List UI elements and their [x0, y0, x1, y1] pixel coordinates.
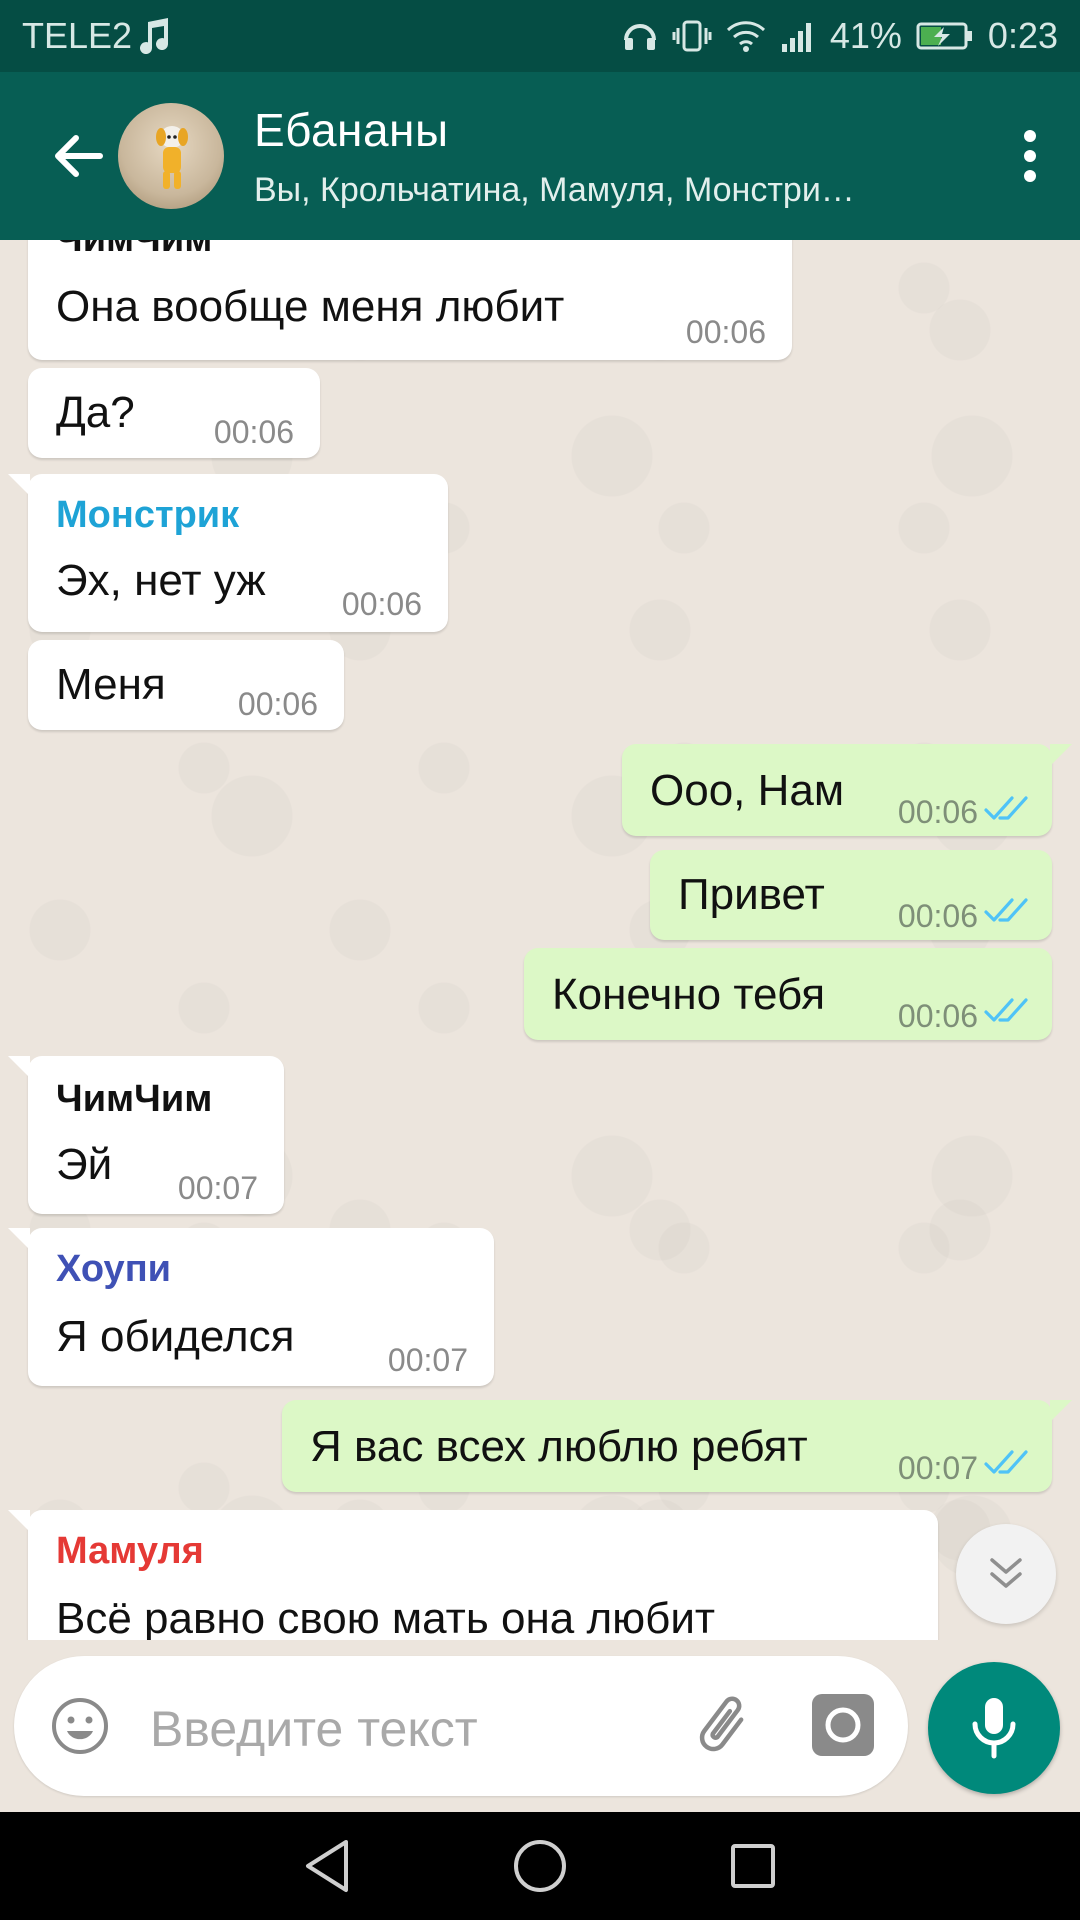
circle-home-icon	[513, 1840, 566, 1892]
camera-icon[interactable]	[810, 1692, 876, 1758]
carrier-label: TELE2	[22, 15, 133, 56]
message-bubble[interactable]: Меня 00:06	[28, 640, 344, 730]
back-button[interactable]	[28, 106, 128, 206]
message-sender: ЧимЧим	[56, 1078, 213, 1120]
nav-home-button[interactable]	[500, 1826, 580, 1906]
nav-back-button[interactable]	[287, 1826, 367, 1906]
scroll-to-bottom-button[interactable]	[956, 1524, 1056, 1624]
music-note-icon	[138, 18, 172, 54]
message-sender: Мамуля	[56, 1530, 204, 1572]
chat-title: Ебананы	[254, 103, 449, 156]
status-bar: TELE2 41% 0:23	[0, 0, 1080, 72]
message-time: 00:07	[387, 1342, 468, 1378]
overflow-menu-button[interactable]	[1000, 106, 1060, 206]
wifi-icon	[726, 18, 766, 54]
message-bubble[interactable]: Монстрик Эх, нет уж 00:06	[8, 474, 448, 632]
double-chevron-down-icon	[990, 1558, 1022, 1588]
compose-bar: Введите текст	[0, 1640, 1080, 1812]
message-bubble[interactable]: Хоупи Я обиделся 00:07	[8, 1228, 494, 1386]
message-text: Привет	[678, 870, 825, 919]
message-text: Она вообще меня любит	[56, 282, 565, 331]
vibrate-icon	[672, 18, 712, 54]
message-text: Эй	[56, 1140, 113, 1189]
message-time: 00:06	[237, 686, 318, 722]
message-time: 00:06	[897, 794, 978, 830]
message-bubble[interactable]: Я вас всех люблю ребят 00:07	[282, 1400, 1072, 1492]
avatar-image	[156, 126, 188, 189]
message-text: Я обиделся	[56, 1312, 295, 1361]
double-check-icon	[984, 898, 1028, 922]
message-placeholder: Введите текст	[150, 1701, 478, 1757]
double-check-icon	[984, 998, 1028, 1022]
message-bubble[interactable]: ЧимЧим Она вообще меня любит 00:06	[28, 240, 792, 360]
headphones-icon	[622, 18, 658, 54]
triangle-back-icon	[305, 1840, 348, 1892]
message-bubble[interactable]: Привет 00:06	[650, 850, 1052, 940]
message-time: 00:06	[213, 414, 294, 450]
message-text: Эх, нет уж	[56, 556, 266, 605]
smiley-icon[interactable]	[50, 1696, 110, 1756]
paperclip-icon[interactable]	[690, 1692, 760, 1762]
message-sender: Хоупи	[56, 1248, 172, 1290]
system-navigation-bar	[0, 1812, 1080, 1920]
double-check-icon	[984, 796, 1028, 820]
message-text: Да?	[56, 388, 135, 437]
message-bubble[interactable]: Да? 00:06	[28, 368, 320, 458]
chat-titles[interactable]: Ебананы Вы, Крольчатина, Мамуля, Монстри…	[254, 103, 1000, 210]
message-text: Всё равно свою мать она любит	[56, 1594, 716, 1640]
message-sender: Монстрик	[56, 494, 240, 536]
message-text: Конечно тебя	[552, 970, 826, 1019]
arrow-left-icon	[55, 135, 103, 177]
battery-percent: 41%	[829, 15, 902, 56]
message-text: Меня	[56, 660, 166, 709]
message-bubble[interactable]: ЧимЧим Эй 00:07	[8, 1056, 284, 1214]
nav-recents-button[interactable]	[713, 1826, 793, 1906]
message-bubble[interactable]: Конечно тебя 00:06	[524, 948, 1052, 1040]
message-time: 00:07	[177, 1170, 258, 1206]
signal-icon	[780, 18, 816, 54]
group-avatar[interactable]	[118, 103, 224, 209]
message-time: 00:06	[897, 898, 978, 934]
message-sender: ЧимЧим	[56, 240, 212, 261]
battery-charging-icon	[916, 20, 974, 52]
clock: 0:23	[987, 15, 1058, 56]
chat-members: Вы, Крольчатина, Мамуля, Монстри…	[254, 170, 855, 209]
double-check-icon	[984, 1450, 1028, 1474]
chat-header: Ебананы Вы, Крольчатина, Мамуля, Монстри…	[0, 72, 1080, 240]
microphone-icon	[972, 1698, 1016, 1759]
voice-record-button[interactable]	[928, 1662, 1060, 1794]
message-time: 00:06	[685, 314, 766, 350]
message-time: 00:06	[897, 998, 978, 1034]
message-bubble[interactable]: Ооо, Нам 00:06	[622, 744, 1072, 836]
more-vert-icon	[1024, 130, 1036, 182]
message-list[interactable]: ЧимЧим Она вообще меня любит 00:06 Да? 0…	[0, 240, 1080, 1640]
message-time: 00:06	[341, 586, 422, 622]
message-text: Ооо, Нам	[650, 766, 845, 815]
message-bubble[interactable]: Мамуля Всё равно свою мать она любит	[8, 1510, 938, 1640]
square-recents-icon	[731, 1844, 776, 1888]
message-time: 00:07	[897, 1450, 978, 1486]
message-text: Я вас всех люблю ребят	[310, 1422, 808, 1471]
message-input[interactable]: Введите текст	[14, 1656, 908, 1796]
